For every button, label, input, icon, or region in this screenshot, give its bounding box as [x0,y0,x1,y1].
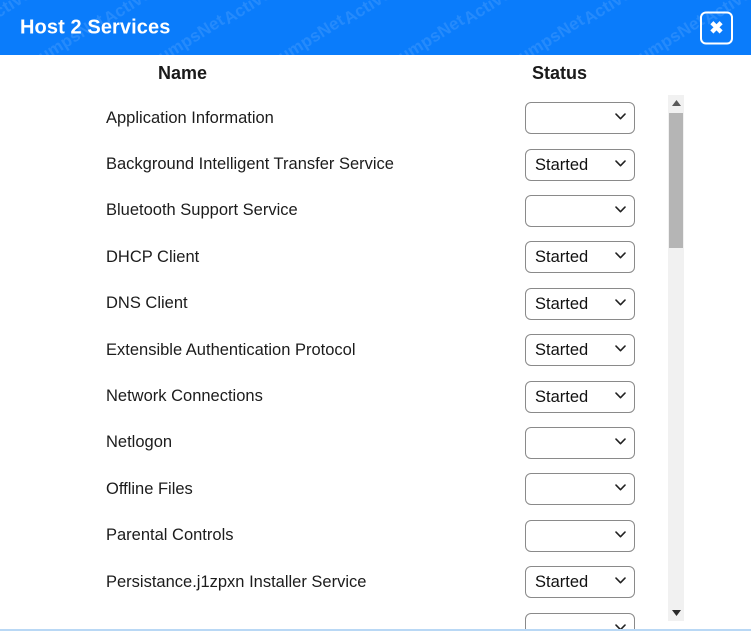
service-status-cell: StartedStopped [525,334,635,366]
services-table-body: Application InformationStartedStoppedBac… [0,95,668,629]
status-select[interactable]: StartedStopped [525,613,635,629]
status-select-wrapper: StartedStopped [525,149,635,181]
status-select-wrapper: StartedStopped [525,381,635,413]
status-select[interactable]: StartedStopped [525,288,635,320]
scrollbar-thumb[interactable] [669,113,683,248]
table-row: Netlogon StartedStopped [0,420,668,466]
table-row: Network Connections StartedStopped [0,373,668,419]
service-name: Offline Files [106,480,193,499]
service-name: Extensible Authentication Protocol [106,341,356,360]
dialog-titlebar: ActiveDumpsNetActiveDumpsNetActiveDumpsN… [0,0,751,55]
service-status-cell: StartedStopped [525,566,635,598]
table-row: Background Intelligent Transfer Service S… [0,141,668,187]
service-name: DHCP Client [106,248,199,267]
service-name: Parental Controls [106,526,233,545]
scroll-up-arrow-icon[interactable] [668,95,684,111]
status-select[interactable]: StartedStopped [525,520,635,552]
status-select-wrapper: StartedStopped [525,102,635,134]
table-row: Bluetooth Support Service StartedStopped [0,188,668,234]
services-content: Name Status Application Information Start… [0,55,751,629]
table-row: DHCP Client StartedStopped [0,234,668,280]
service-status-cell: StartedStopped [525,149,635,181]
table-row: DNS Client StartedStopped [0,281,668,327]
table-row: Persistance.j1zpxn Installer Service Star… [0,559,668,605]
table-row: Extensible Authentication Protocol Starte… [0,327,668,373]
service-name: Application Information [106,109,274,128]
close-button[interactable]: ✖ [700,11,733,44]
status-select[interactable]: StartedStopped [525,566,635,598]
status-select[interactable]: StartedStopped [525,427,635,459]
service-status-cell: StartedStopped [525,102,635,134]
table-row: Application Information StartedStopped [0,95,668,141]
status-select[interactable]: StartedStopped [525,381,635,413]
service-name: Persistance.j1zpxn Installer Service [106,573,366,592]
service-name: Background Intelligent Transfer Service [106,155,394,174]
page-title: Host 2 Services [20,16,170,39]
service-status-cell: StartedStopped [525,427,635,459]
vertical-scrollbar[interactable] [668,95,684,621]
status-select[interactable]: StartedStopped [525,149,635,181]
status-select-wrapper: StartedStopped [525,334,635,366]
service-status-cell: StartedStopped [525,195,635,227]
status-select[interactable]: StartedStopped [525,195,635,227]
services-dialog: ActiveDumpsNetActiveDumpsNetActiveDumpsN… [0,0,751,631]
service-name: Netlogon [106,433,172,452]
service-name: DNS Client [106,294,188,313]
service-status-cell: StartedStopped [525,381,635,413]
column-header-status: Status [532,63,587,84]
table-row: Parental Controls StartedStopped [0,513,668,559]
status-select-wrapper: StartedStopped [525,473,635,505]
table-row: StartedStopped [0,605,668,629]
service-status-cell: StartedStopped [525,520,635,552]
close-x-icon: ✖ [709,19,723,36]
status-select-wrapper: StartedStopped [525,288,635,320]
table-row: Offline Files StartedStopped [0,466,668,512]
status-select[interactable]: StartedStopped [525,102,635,134]
scroll-down-arrow-icon[interactable] [668,605,684,621]
status-select[interactable]: StartedStopped [525,241,635,273]
service-name: Network Connections [106,387,263,406]
status-select-wrapper: StartedStopped [525,427,635,459]
status-select-wrapper: StartedStopped [525,613,635,629]
status-select-wrapper: StartedStopped [525,520,635,552]
service-status-cell: StartedStopped [525,613,635,629]
status-select[interactable]: StartedStopped [525,334,635,366]
status-select-wrapper: StartedStopped [525,241,635,273]
service-name: Bluetooth Support Service [106,201,298,220]
service-status-cell: StartedStopped [525,241,635,273]
column-header-name: Name [158,63,207,84]
status-select[interactable]: StartedStopped [525,473,635,505]
status-select-wrapper: StartedStopped [525,195,635,227]
service-status-cell: StartedStopped [525,473,635,505]
table-header-row: Name Status [0,55,668,95]
status-select-wrapper: StartedStopped [525,566,635,598]
service-status-cell: StartedStopped [525,288,635,320]
